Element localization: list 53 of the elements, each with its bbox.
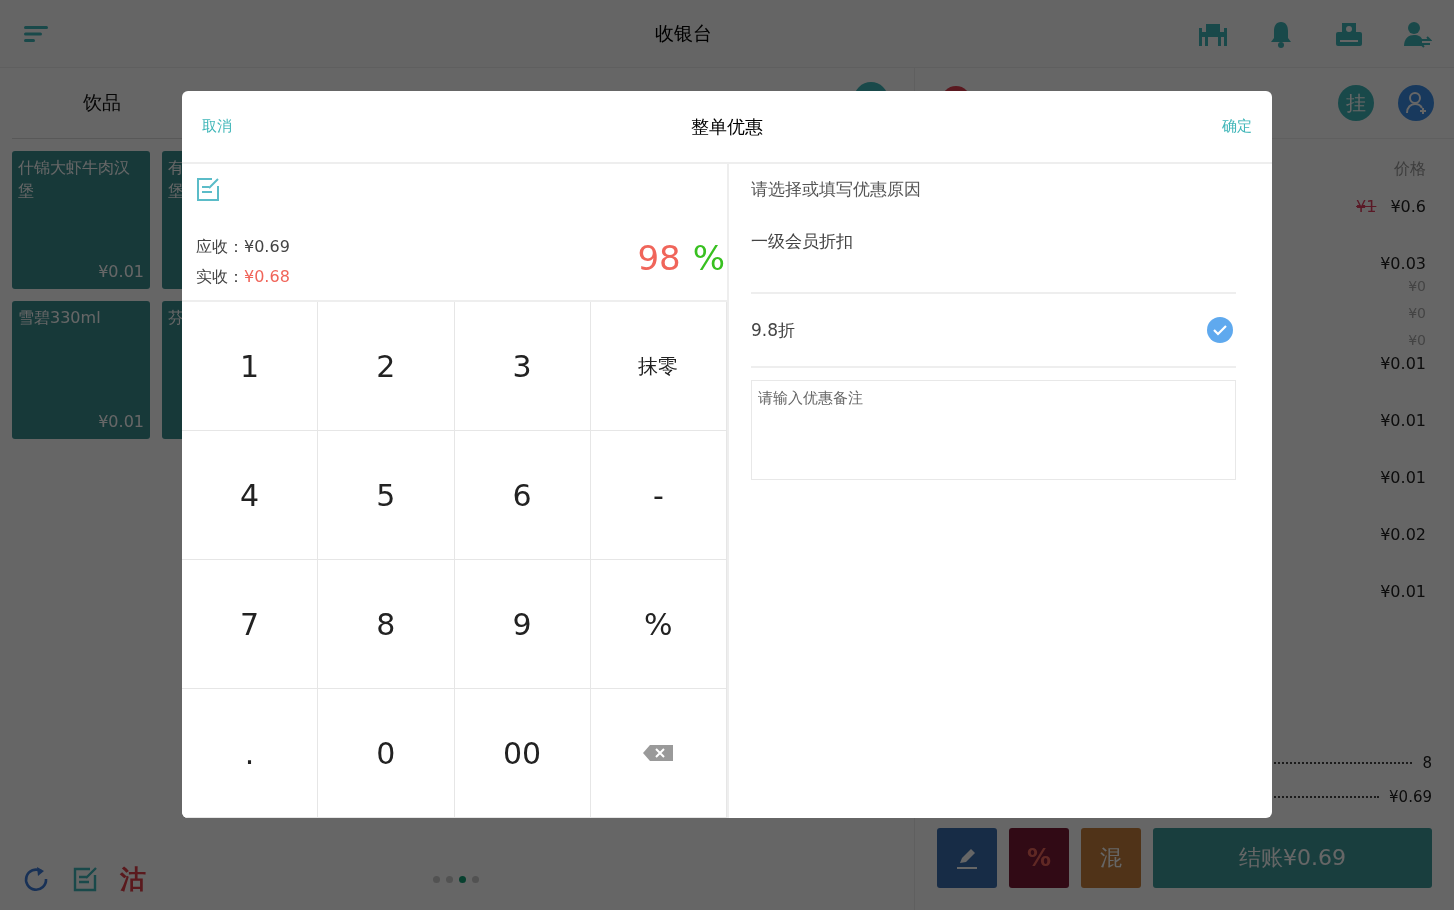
item-price: ¥0.01 [1380,582,1426,601]
discount-value: 98 [637,238,681,278]
item-price: ¥0.01 [1380,411,1426,430]
keypad-key[interactable]: 抹零 [590,302,727,431]
edit-note-icon[interactable] [72,866,98,892]
reason-group-title: 一级会员折扣 [751,230,1236,294]
product-price: ¥0.01 [98,411,144,433]
summary-value: 8 [1422,754,1432,772]
dialog-title: 整单优惠 [690,114,764,139]
keypad-key[interactable]: . [182,689,319,818]
backspace-key[interactable] [590,689,727,818]
keypad-key[interactable]: 4 [182,431,319,560]
original-price: ¥1 [1356,197,1377,216]
keypad-key[interactable]: 8 [318,560,455,689]
received-amount: 实收：¥0.68 [196,266,290,288]
percent-sign: % [692,238,725,278]
product-price: ¥0.01 [98,261,144,283]
keypad-key[interactable]: 9 [454,560,591,689]
user-switch-icon[interactable] [1402,19,1432,48]
menu-icon[interactable] [24,24,48,43]
keypad-key[interactable]: 3 [454,302,591,431]
keypad-key[interactable]: 1 [182,302,319,431]
keypad-key[interactable]: 0 [318,689,455,818]
user-add-icon [1405,91,1427,115]
product-name: 雪碧330ml [18,307,102,329]
pencil-icon [955,846,979,870]
add-member-button[interactable] [1398,85,1434,121]
item-price: ¥0.03 [1380,254,1426,273]
keypad-key[interactable]: 7 [182,560,319,689]
product-name: 芬 [168,307,184,329]
summary-value: ¥0.69 [1389,788,1432,806]
note-field[interactable]: 请输入优惠备注 [751,380,1236,480]
item-price: ¥0.01 [1380,468,1426,487]
receivable-amount: 应收：¥0.69 [196,236,290,258]
keypad-key[interactable]: % [590,560,727,689]
reason-option[interactable]: 9.8折 [751,294,1236,368]
edit-button[interactable] [937,828,997,888]
keypad-key[interactable]: - [590,431,727,560]
item-price: ¥0.6 [1390,197,1426,216]
item-price: ¥0.02 [1380,525,1426,544]
backspace-icon [642,744,675,762]
keypad-key[interactable]: 2 [318,302,455,431]
keypad-key[interactable]: 6 [454,431,591,560]
product-name: 有堡 [168,157,184,202]
page-title: 收银台 [653,20,713,46]
refresh-icon[interactable] [22,865,50,893]
keypad-key[interactable]: 00 [454,689,591,818]
edit-note-icon[interactable] [196,176,220,202]
page-dot[interactable] [459,875,466,883]
item-price: ¥0.01 [1380,354,1426,373]
product-name: 什锦大虾牛肉汉堡 [18,157,131,202]
reason-prompt: 请选择或填写优惠原因 [751,178,922,201]
keypad-key[interactable]: 5 [318,431,455,560]
